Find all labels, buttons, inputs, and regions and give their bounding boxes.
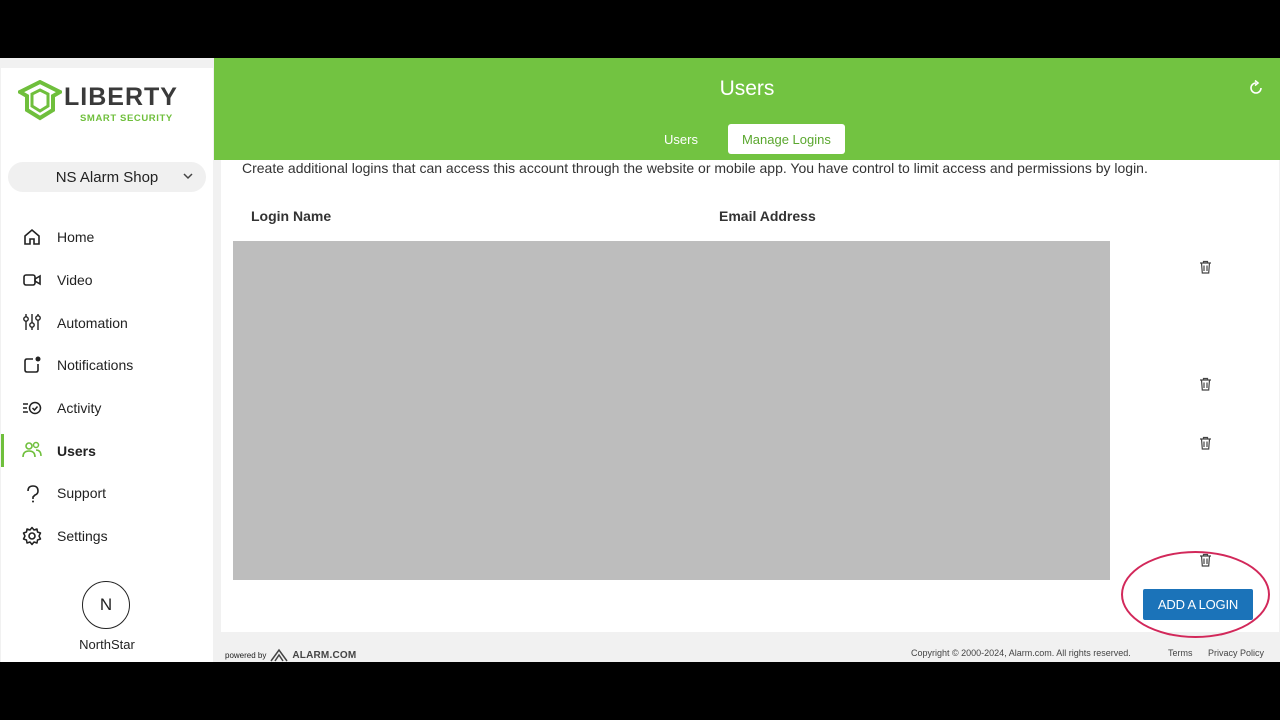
tab-users[interactable]: Users <box>650 124 712 154</box>
refresh-icon[interactable] <box>1248 80 1264 96</box>
app-window: LIBERTY SMART SECURITY NS Alarm Shop Hom… <box>0 58 1280 662</box>
footer: powered by ALARM.COM Copyright © 2000-20… <box>214 638 1280 662</box>
brand-name: LIBERTY <box>64 83 178 111</box>
sidebar: LIBERTY SMART SECURITY NS Alarm Shop Hom… <box>1 68 213 662</box>
brand-tagline: SMART SECURITY <box>80 113 173 124</box>
sidebar-item-notifications[interactable]: Notifications <box>1 344 213 387</box>
liberty-shield-icon <box>18 80 62 121</box>
support-icon <box>27 485 39 503</box>
redacted-logins-table <box>233 241 1110 580</box>
sidebar-item-automation[interactable]: Automation <box>1 301 213 344</box>
sidebar-item-users[interactable]: Users <box>1 429 213 472</box>
sidebar-item-label: Automation <box>57 314 128 331</box>
account-selector[interactable]: NS Alarm Shop <box>8 162 206 192</box>
trash-icon[interactable] <box>1199 377 1212 391</box>
sidebar-item-label: Activity <box>57 400 102 417</box>
sidebar-item-label: Home <box>57 229 95 246</box>
highlight-circle-annotation <box>1121 551 1270 638</box>
video-icon <box>23 273 41 286</box>
liberty-logo[interactable]: LIBERTY SMART SECURITY <box>18 80 198 126</box>
sidebar-item-activity[interactable]: Activity <box>1 387 213 430</box>
powered-by-label: powered by <box>225 650 267 660</box>
privacy-policy-link[interactable]: Privacy Policy <box>1208 648 1264 658</box>
trash-icon[interactable] <box>1199 260 1212 274</box>
sidebar-item-video[interactable]: Video <box>1 259 213 302</box>
terms-link[interactable]: Terms <box>1168 648 1193 658</box>
sidebar-item-label: Users <box>57 442 96 459</box>
sidebar-item-label: Video <box>57 272 93 289</box>
provider-name: ALARM.COM <box>292 649 357 661</box>
alarm-com-logo-icon <box>270 648 288 662</box>
trash-icon[interactable] <box>1199 436 1212 450</box>
users-icon <box>22 442 42 458</box>
avatar[interactable]: N <box>82 581 130 629</box>
powered-by: powered by ALARM.COM <box>225 648 356 662</box>
sidebar-item-settings[interactable]: Settings <box>1 515 213 558</box>
sidebar-item-label: Settings <box>57 528 108 545</box>
page-description: Create additional logins that can access… <box>242 160 1148 176</box>
page-title: Users <box>719 77 775 100</box>
column-header-login-name: Login Name <box>251 208 332 224</box>
settings-icon <box>22 526 42 546</box>
chevron-down-icon <box>183 173 193 180</box>
account-selector-value: NS Alarm Shop <box>55 168 159 186</box>
sidebar-item-home[interactable]: Home <box>1 216 213 259</box>
notifications-icon <box>24 356 41 373</box>
sidebar-item-label: Support <box>57 485 107 502</box>
automation-icon <box>23 314 41 331</box>
manage-logins-panel: Create additional logins that can access… <box>221 160 1279 638</box>
sidebar-nav: Home Video Automation Notifications Acti… <box>1 216 213 558</box>
tab-bar: Users Manage Logins <box>650 124 845 154</box>
user-name: NorthStar <box>79 637 135 652</box>
copyright-text: Copyright © 2000-2024, Alarm.com. All ri… <box>911 648 1131 658</box>
home-icon <box>24 228 40 245</box>
avatar-initial: N <box>99 595 113 614</box>
column-header-email-address: Email Address <box>719 208 816 224</box>
sidebar-item-support[interactable]: Support <box>1 472 213 515</box>
tab-manage-logins[interactable]: Manage Logins <box>727 124 845 154</box>
sidebar-item-label: Notifications <box>57 357 134 374</box>
page-header: Users Users Manage Logins <box>214 58 1280 160</box>
activity-icon <box>23 401 42 414</box>
